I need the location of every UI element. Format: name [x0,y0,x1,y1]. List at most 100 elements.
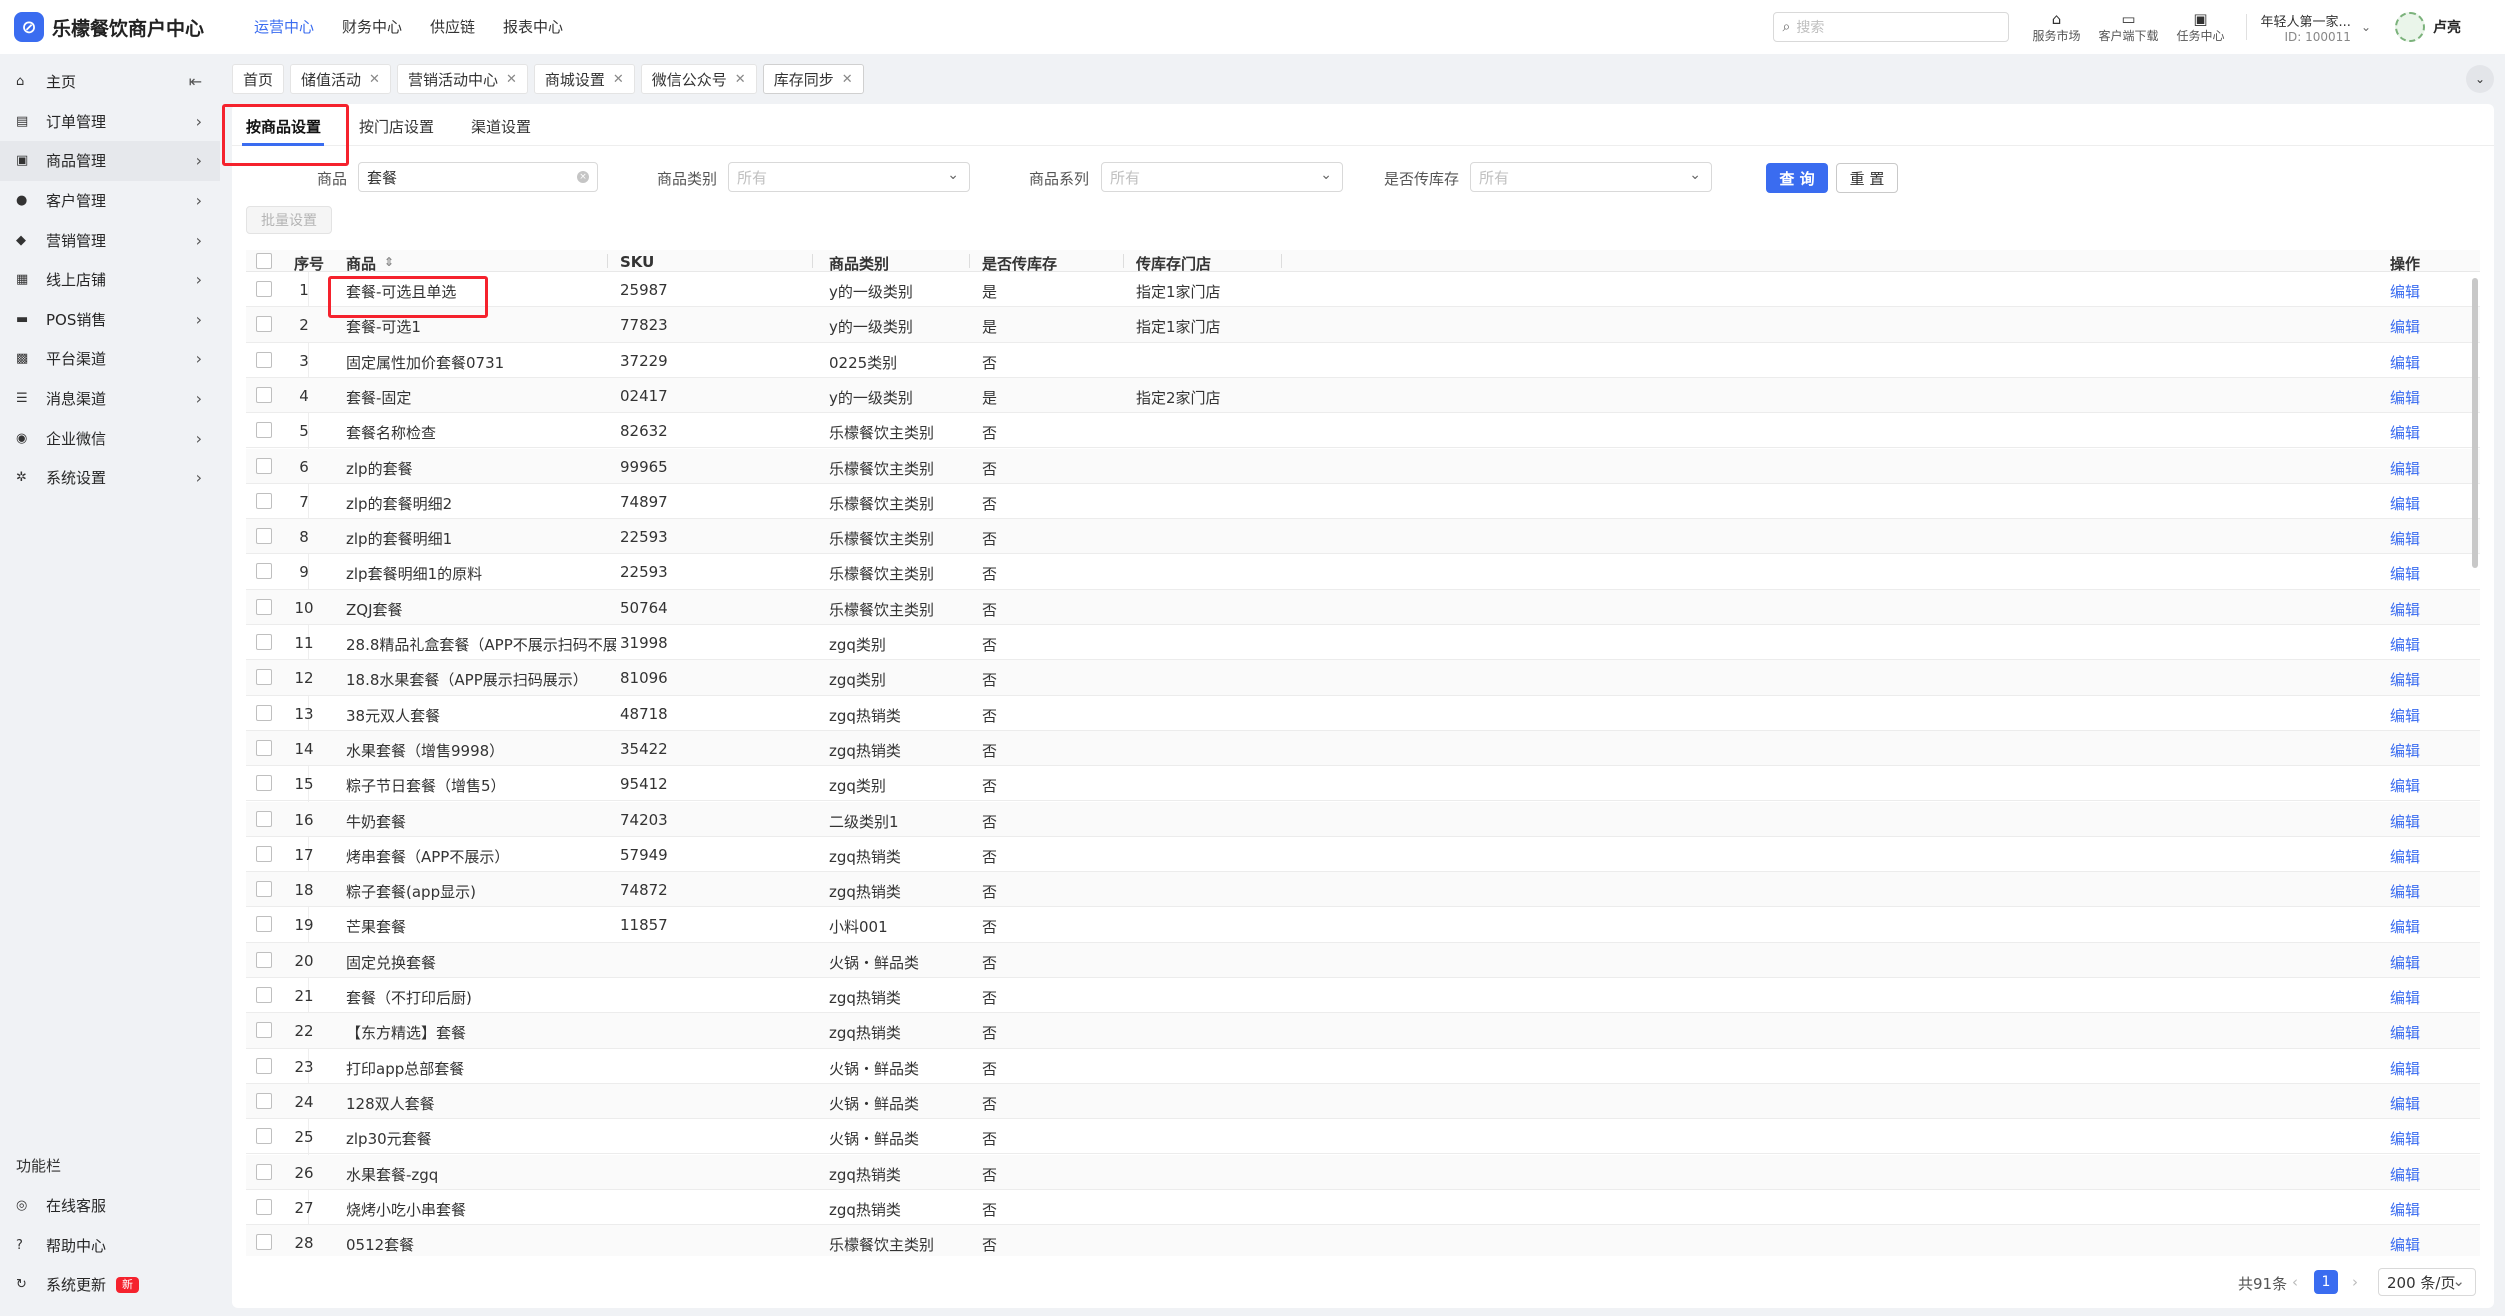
row-checkbox[interactable] [256,457,272,474]
batch-set-button[interactable]: 批量设置 [246,206,332,234]
sidebar-item-user[interactable]: ● 客户管理 › [0,181,220,221]
edit-link[interactable]: 编辑 [2390,916,2420,937]
edit-link[interactable]: 编辑 [2390,1022,2420,1043]
edit-link[interactable]: 编辑 [2390,846,2420,867]
row-checkbox[interactable] [256,951,272,968]
edit-link[interactable]: 编辑 [2390,1164,2420,1185]
row-checkbox[interactable] [256,351,272,368]
product-input[interactable]: 套餐 × [358,162,598,192]
row-checkbox[interactable] [256,1057,272,1074]
edit-link[interactable]: 编辑 [2390,987,2420,1008]
row-checkbox[interactable] [256,669,272,686]
row-checkbox[interactable] [256,881,272,898]
row-checkbox[interactable] [256,775,272,792]
edit-link[interactable]: 编辑 [2390,387,2420,408]
edit-link[interactable]: 编辑 [2390,1093,2420,1114]
row-checkbox[interactable] [256,1022,272,1039]
close-icon[interactable]: ✕ [506,72,517,87]
topnav-operations[interactable]: 运营中心 [240,0,328,54]
sidebar-item-goods[interactable]: ▣ 商品管理 › [0,141,220,181]
clear-icon[interactable]: × [577,171,589,183]
sidebar-item-tag[interactable]: ◆ 营销管理 › [0,220,220,260]
row-checkbox[interactable] [256,281,272,297]
series-select[interactable]: 所有 ⌄ [1101,162,1343,192]
sidebar-item-wechat[interactable]: ◉ 企业微信 › [0,418,220,458]
close-icon[interactable]: ✕ [613,72,624,87]
next-page-icon[interactable]: › [2352,1273,2358,1291]
row-checkbox[interactable] [256,634,272,650]
row-checkbox[interactable] [256,422,272,439]
topnav-supply-chain[interactable]: 供应链 [416,0,489,54]
logo[interactable]: ⊘ 乐檬餐饮商户中心 [0,0,220,54]
row-checkbox[interactable] [256,1234,272,1251]
chevron-down-icon[interactable]: ⌄ [2361,20,2371,34]
row-checkbox[interactable] [256,598,272,615]
close-icon[interactable]: ✕ [735,72,746,87]
page-tab[interactable]: 营销活动中心 ✕ [396,64,528,94]
row-checkbox[interactable] [256,987,272,1003]
edit-link[interactable]: 编辑 [2390,1128,2420,1149]
sidebar-item-gear[interactable]: ✲ 系统设置 › [0,458,220,498]
select-all-checkbox[interactable] [256,253,272,269]
page-tab[interactable]: 微信公众号 ✕ [640,64,757,94]
row-checkbox[interactable] [256,845,272,862]
row-checkbox[interactable] [256,704,272,721]
sidebar-item-message[interactable]: ☰ 消息渠道 › [0,379,220,419]
edit-link[interactable]: 编辑 [2390,775,2420,796]
edit-link[interactable]: 编辑 [2390,458,2420,479]
footer-item-refresh[interactable]: ↻ 系统更新新 [0,1265,220,1305]
avatar[interactable] [2395,12,2425,42]
row-checkbox[interactable] [256,1198,272,1215]
sidebar-item-order[interactable]: ▤ 订单管理 › [0,102,220,142]
chevron-down-icon[interactable]: ⌄ [2466,65,2494,93]
row-checkbox[interactable] [256,316,272,333]
edit-link[interactable]: 编辑 [2390,811,2420,832]
row-checkbox[interactable] [256,810,272,827]
topnav-finance[interactable]: 财务中心 [328,0,416,54]
sort-icon[interactable]: ⇕ [384,255,394,269]
edit-link[interactable]: 编辑 [2390,669,2420,690]
row-checkbox[interactable] [256,386,272,403]
edit-link[interactable]: 编辑 [2390,493,2420,514]
row-checkbox[interactable] [256,528,272,545]
row-checkbox[interactable] [256,1128,272,1145]
edit-link[interactable]: 编辑 [2390,881,2420,902]
sidebar-item-cart[interactable]: ▦ 线上店铺 › [0,260,220,300]
edit-link[interactable]: 编辑 [2390,316,2420,337]
row-checkbox[interactable] [256,1163,272,1180]
edit-link[interactable]: 编辑 [2390,1234,2420,1255]
close-icon[interactable]: ✕ [369,72,380,87]
edit-link[interactable]: 编辑 [2390,740,2420,761]
row-checkbox[interactable] [256,916,272,933]
org-switcher[interactable]: 年轻人第一家... ID: 100011 [2261,11,2351,44]
sidebar-item-home[interactable]: ⌂ 主页 ⇤ [0,62,220,102]
edit-link[interactable]: 编辑 [2390,352,2420,373]
page-tab[interactable]: 储值活动 ✕ [290,64,391,94]
footer-item-help[interactable]: ? 帮助中心 [0,1226,220,1266]
prev-page-icon[interactable]: ‹ [2292,1273,2298,1291]
topnav-reports[interactable]: 报表中心 [489,0,577,54]
header-product[interactable]: 商品 [346,253,376,274]
page-tab[interactable]: 首页 [232,64,285,94]
edit-link[interactable]: 编辑 [2390,634,2420,655]
search-input[interactable]: ⌕ 搜索 [1773,12,2010,42]
edit-link[interactable]: 编辑 [2390,528,2420,549]
edit-link[interactable]: 编辑 [2390,563,2420,584]
edit-link[interactable]: 编辑 [2390,952,2420,973]
page-tab[interactable]: 库存同步 ✕ [762,64,864,94]
page-tab[interactable]: 商城设置 ✕ [533,64,635,94]
collapse-icon[interactable]: ⇤ [189,72,202,91]
sidebar-item-pos[interactable]: ▬ POS销售 › [0,300,220,340]
edit-link[interactable]: 编辑 [2390,281,2420,302]
edit-link[interactable]: 编辑 [2390,599,2420,620]
close-icon[interactable]: ✕ [842,72,853,87]
page-size-select[interactable]: 200 条/页 ⌄ [2378,1268,2476,1296]
tab-by-store[interactable]: 按门店设置 [359,116,434,137]
query-button[interactable]: 查 询 [1766,163,1828,193]
sidebar-item-platform[interactable]: ▩ 平台渠道 › [0,339,220,379]
category-select[interactable]: 所有 ⌄ [728,162,970,192]
row-checkbox[interactable] [256,1092,272,1109]
tab-channel[interactable]: 渠道设置 [471,116,531,137]
reset-button[interactable]: 重 置 [1836,163,1898,193]
service-market-button[interactable]: ⌂ 服务市场 [2032,11,2080,44]
